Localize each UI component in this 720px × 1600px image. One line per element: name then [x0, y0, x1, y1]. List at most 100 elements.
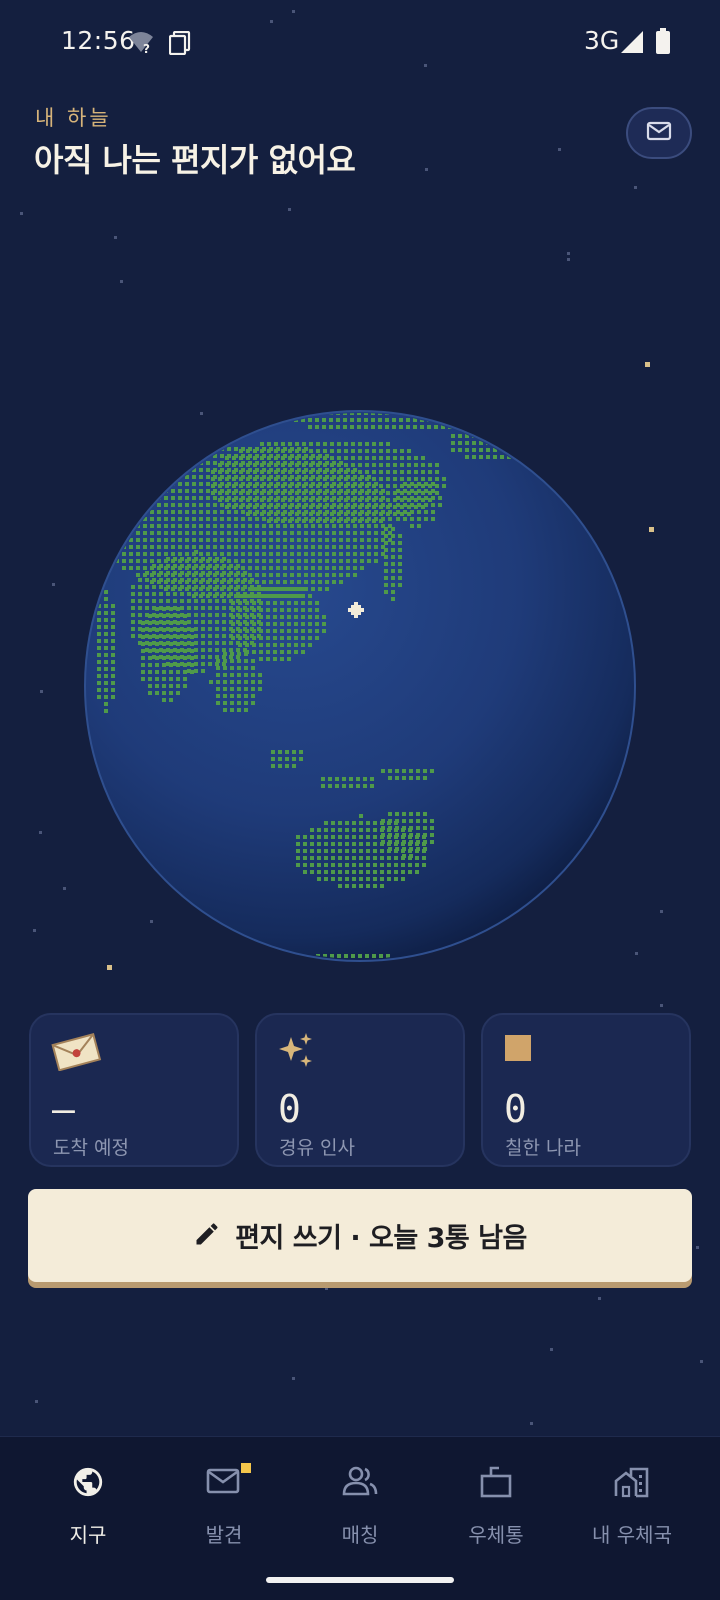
land-pixel	[360, 566, 364, 570]
land-pixel	[136, 552, 140, 556]
land-pixel	[251, 666, 255, 670]
land-pixel	[183, 642, 187, 646]
land-pixel	[201, 662, 205, 666]
land-pixel	[143, 538, 147, 542]
land-pixel	[266, 622, 270, 626]
land-pixel	[276, 580, 280, 584]
land-pixel	[364, 425, 368, 429]
land-pixel	[353, 552, 357, 556]
land-pixel	[356, 777, 360, 781]
nav-item-matching[interactable]: 매칭	[292, 1465, 428, 1565]
land-pixel	[318, 559, 322, 563]
land-pixel	[403, 496, 407, 500]
land-pixel	[122, 503, 126, 507]
land-pixel	[331, 863, 335, 867]
land-pixel	[391, 534, 395, 538]
land-pixel	[176, 642, 180, 646]
stat-card-painted[interactable]: 0 칠한 나라	[481, 1013, 691, 1167]
land-pixel	[352, 856, 356, 860]
land-pixel	[318, 566, 322, 570]
land-pixel	[173, 578, 177, 582]
land-pixel	[225, 498, 229, 502]
land-pixel	[351, 456, 355, 460]
land-pixel	[310, 835, 314, 839]
land-pixel	[273, 615, 277, 619]
notification-badge	[241, 1463, 251, 1473]
land-pixel	[136, 566, 140, 570]
land-pixel	[101, 496, 105, 500]
land-pixel	[201, 627, 205, 631]
land-pixel	[252, 643, 256, 647]
land-pixel	[194, 606, 198, 610]
land-pixel	[267, 519, 271, 523]
land-pixel	[245, 643, 249, 647]
land-pixel	[359, 842, 363, 846]
land-pixel	[290, 552, 294, 556]
land-pixel	[108, 531, 112, 535]
land-pixel	[337, 442, 341, 446]
land-pixel	[225, 470, 229, 474]
land-pixel	[155, 691, 159, 695]
land-pixel	[542, 427, 546, 431]
land-pixel	[365, 449, 369, 453]
land-pixel	[213, 510, 217, 514]
land-pixel	[185, 552, 189, 556]
land-pixel	[267, 456, 271, 460]
land-pixel	[260, 505, 264, 509]
nav-item-my-post-office[interactable]: 내 우체국	[564, 1465, 700, 1565]
land-pixel	[563, 441, 567, 445]
nav-item-earth[interactable]: 지구	[20, 1465, 156, 1565]
land-pixel	[104, 709, 108, 713]
land-pixel	[159, 564, 163, 568]
land-pixel	[400, 477, 404, 481]
land-pixel	[295, 512, 299, 516]
land-pixel	[318, 573, 322, 577]
stat-card-arriving[interactable]: — 도착 예정	[29, 1013, 239, 1167]
mail-button[interactable]	[626, 107, 692, 159]
land-pixel	[187, 585, 191, 589]
land-pixel	[190, 628, 194, 632]
land-pixel	[410, 517, 414, 521]
land-pixel	[129, 475, 133, 479]
land-pixel	[302, 442, 306, 446]
write-letter-button[interactable]: 편지 쓰기 · 오늘 3통 남음	[28, 1189, 692, 1282]
land-pixel	[274, 442, 278, 446]
land-pixel	[413, 413, 417, 415]
land-pixel	[206, 545, 210, 549]
land-pixel	[223, 666, 227, 670]
earth-globe[interactable]	[84, 410, 636, 962]
land-pixel	[245, 594, 249, 598]
land-pixel	[330, 484, 334, 488]
land-pixel	[294, 587, 298, 591]
land-pixel	[178, 461, 182, 465]
land-pixel	[213, 538, 217, 542]
land-pixel	[194, 634, 198, 638]
land-pixel	[360, 531, 364, 535]
land-pixel	[318, 580, 322, 584]
land-pixel	[330, 491, 334, 495]
land-pixel	[136, 573, 140, 577]
land-pixel	[231, 608, 235, 612]
nav-item-mailbox[interactable]: 우체통	[428, 1465, 564, 1565]
land-pixel	[111, 625, 115, 629]
land-pixel	[398, 534, 402, 538]
land-pixel	[288, 505, 292, 509]
land-pixel	[216, 687, 220, 691]
land-pixel	[150, 461, 154, 465]
land-pixel	[138, 613, 142, 617]
land-pixel	[556, 448, 560, 452]
land-pixel	[185, 454, 189, 458]
land-pixel	[458, 434, 462, 438]
stat-card-greetings[interactable]: 0 경유 인사	[255, 1013, 465, 1167]
land-pixel	[169, 614, 173, 618]
land-pixel	[150, 552, 154, 556]
land-pixel	[252, 587, 256, 591]
land-pixel	[225, 484, 229, 488]
nav-item-discover[interactable]: 발견	[156, 1463, 292, 1565]
land-pixel	[269, 524, 273, 528]
home-indicator[interactable]	[266, 1577, 454, 1583]
land-pixel	[400, 456, 404, 460]
land-pixel	[274, 491, 278, 495]
land-pixel	[97, 618, 101, 622]
land-pixel	[159, 599, 163, 603]
